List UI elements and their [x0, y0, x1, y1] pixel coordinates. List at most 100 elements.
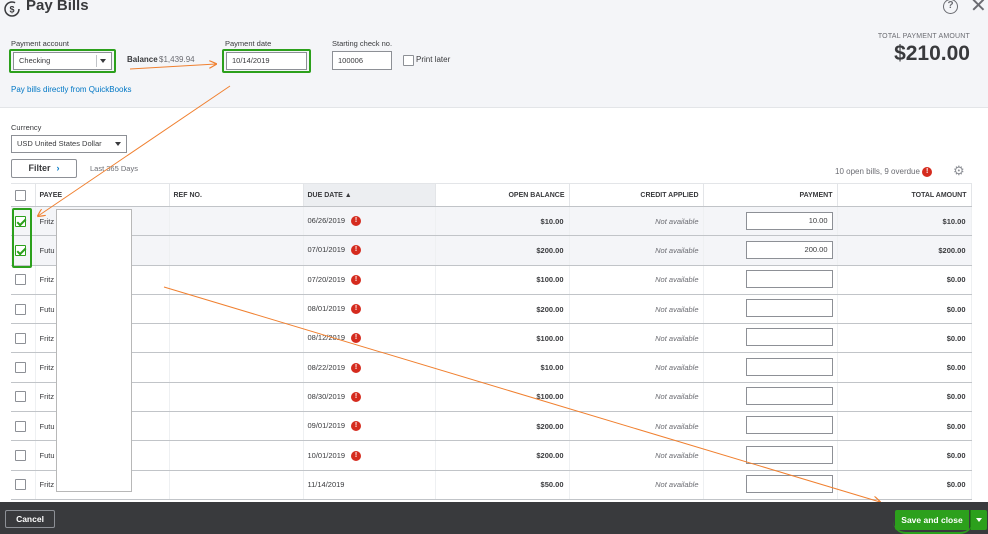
- due-date-cell: 10/01/2019!: [303, 440, 436, 471]
- due-date-cell: 08/22/2019!: [303, 352, 436, 383]
- total-amount-cell: $0.00: [837, 323, 972, 354]
- close-icon[interactable]: ✕: [970, 0, 987, 16]
- table-row[interactable]: Fritz 08/12/2019! $100.00 Not available $0.0…: [11, 323, 972, 354]
- save-options-chevron-down-icon[interactable]: [970, 510, 987, 530]
- row-checkbox[interactable]: [15, 479, 26, 491]
- overdue-alert-icon: !: [351, 362, 362, 373]
- table-row[interactable]: Fritz 08/30/2019! $100.00 Not available $0.0…: [11, 382, 972, 413]
- table-row[interactable]: Fritz 08/22/2019! $10.00 Not available $0.00: [11, 352, 972, 383]
- due-date-text: 08/30/2019: [307, 391, 346, 401]
- total-amount-cell: $10.00: [837, 206, 972, 237]
- overdue-alert-icon: !: [351, 450, 362, 461]
- payment-input[interactable]: [745, 416, 833, 435]
- ref-no-cell: [169, 235, 304, 266]
- svg-text:$: $: [9, 5, 14, 15]
- credit-applied-cell: Not available: [569, 352, 704, 383]
- total-amount-cell: $0.00: [837, 265, 972, 295]
- credit-applied-cell: Not available: [569, 294, 704, 325]
- ref-no-cell: [169, 323, 304, 354]
- select-all-checkbox[interactable]: [15, 189, 26, 201]
- payment-input[interactable]: [745, 386, 833, 405]
- row-checkbox[interactable]: [15, 303, 26, 315]
- row-checkbox-cell: [11, 382, 36, 413]
- row-checkbox-cell: [11, 294, 36, 325]
- payment-cell: [703, 382, 838, 413]
- balance-value: $1,439.94: [159, 55, 195, 64]
- overdue-alert-icon: !: [351, 391, 362, 402]
- open-balance-cell: $100.00: [435, 265, 570, 295]
- overdue-alert-icon: !: [351, 245, 362, 256]
- row-checkbox[interactable]: [15, 450, 26, 462]
- table-row[interactable]: Fritz 11/14/2019 $50.00 Not available $0.00: [11, 470, 972, 500]
- row-checkbox[interactable]: [15, 420, 26, 432]
- open-bills-text: 10 open bills, 9 overdue: [835, 167, 920, 177]
- print-later-checkbox[interactable]: [403, 55, 414, 66]
- col-payee[interactable]: PAYEE: [35, 183, 170, 207]
- filter-button[interactable]: Filter ›: [11, 159, 77, 178]
- table-row[interactable]: Futu 09/01/2019! $200.00 Not available $0.00: [11, 411, 972, 442]
- cancel-button[interactable]: Cancel: [5, 510, 55, 528]
- due-date-cell: 07/01/2019!: [303, 235, 436, 266]
- overdue-alert-icon: !: [351, 216, 362, 227]
- currency-select[interactable]: USD United States Dollar: [11, 135, 127, 153]
- col-open-balance[interactable]: OPEN BALANCE: [435, 183, 570, 207]
- open-balance-cell: $50.00: [435, 470, 570, 500]
- table-row[interactable]: Fritz 06/26/2019! $10.00 Not available 10.00…: [11, 206, 972, 237]
- currency-label: Currency: [11, 123, 42, 132]
- payment-input[interactable]: [745, 299, 833, 318]
- row-checkbox-cell: [11, 352, 36, 383]
- filter-button-label: Filter: [28, 163, 51, 173]
- open-balance-cell: $100.00: [435, 323, 570, 354]
- ref-no-cell: [169, 470, 304, 500]
- payment-input[interactable]: 200.00: [745, 241, 833, 260]
- open-balance-cell: $100.00: [435, 382, 570, 413]
- gear-icon[interactable]: ⚙: [953, 164, 965, 177]
- payment-cell: [703, 440, 838, 471]
- open-balance-cell: $200.00: [435, 235, 570, 266]
- table-row[interactable]: Fritz 07/20/2019! $100.00 Not available $0.0…: [11, 265, 972, 295]
- payment-cell: [703, 323, 838, 354]
- due-date-text: 08/01/2019: [307, 304, 346, 314]
- ref-no-cell: [169, 206, 304, 237]
- payment-cell: [703, 411, 838, 442]
- pay-online-link[interactable]: Pay bills directly from QuickBooks: [11, 85, 131, 94]
- highlight-payment-date: [222, 49, 311, 73]
- payment-input[interactable]: [745, 357, 833, 376]
- col-credit-applied[interactable]: CREDIT APPLIED: [569, 183, 704, 207]
- payment-input[interactable]: [745, 474, 833, 493]
- balance-label: Balance: [127, 55, 158, 64]
- payment-input[interactable]: [745, 269, 833, 288]
- credit-applied-cell: Not available: [569, 440, 704, 471]
- col-due-date[interactable]: DUE DATE ▲: [303, 183, 436, 207]
- table-row[interactable]: Futu 08/01/2019! $200.00 Not available $0.00: [11, 294, 972, 325]
- help-icon[interactable]: ?: [943, 0, 958, 14]
- col-ref-no[interactable]: REF NO.: [169, 183, 304, 207]
- col-total-amount[interactable]: TOTAL AMOUNT: [837, 183, 972, 207]
- row-checkbox[interactable]: [15, 332, 26, 344]
- due-date-cell: 08/12/2019!: [303, 323, 436, 354]
- table-row[interactable]: Futu 07/01/2019! $200.00 Not available 200.0…: [11, 235, 972, 266]
- payment-input[interactable]: [745, 445, 833, 464]
- row-checkbox-cell: [11, 265, 36, 295]
- header-panel: $ Pay Bills ? ✕ Payment account Checking…: [0, 0, 988, 108]
- table-row[interactable]: Futu 10/01/2019! $200.00 Not available $0.00: [11, 440, 972, 471]
- ref-no-cell: [169, 352, 304, 383]
- row-checkbox[interactable]: [15, 362, 26, 374]
- payment-account-label: Payment account: [11, 39, 69, 48]
- due-date-text: 08/22/2019: [307, 362, 346, 372]
- payment-input[interactable]: [745, 328, 833, 347]
- payment-input[interactable]: 10.00: [745, 212, 833, 231]
- credit-applied-cell: Not available: [569, 470, 704, 500]
- open-balance-cell: $200.00: [435, 440, 570, 471]
- col-payment[interactable]: PAYMENT: [703, 183, 838, 207]
- table-header-row: PAYEE REF NO. DUE DATE ▲ OPEN BALANCE CR…: [11, 183, 972, 207]
- payment-date-label: Payment date: [225, 39, 272, 48]
- highlight-checkboxes: [12, 208, 32, 268]
- total-amount-cell: $0.00: [837, 470, 972, 500]
- open-balance-cell: $10.00: [435, 206, 570, 237]
- check-no-input[interactable]: 100006: [332, 51, 392, 70]
- due-date-text: 06/26/2019: [307, 216, 346, 226]
- row-checkbox[interactable]: [15, 391, 26, 403]
- row-checkbox[interactable]: [15, 274, 26, 286]
- row-checkbox-cell: [11, 470, 36, 500]
